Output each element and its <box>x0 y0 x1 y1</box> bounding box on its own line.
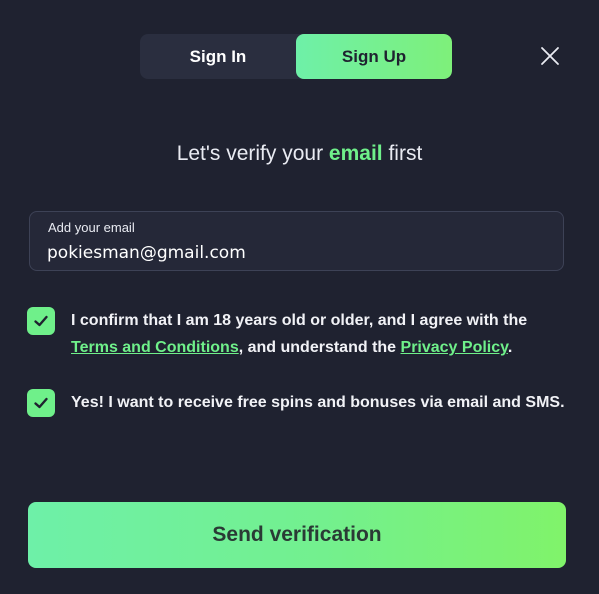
send-verification-button[interactable]: Send verification <box>28 502 566 568</box>
heading-suffix: first <box>382 142 423 165</box>
marketing-text: Yes! I want to receive free spins and bo… <box>71 394 565 411</box>
email-label: Add your email <box>48 220 135 235</box>
heading-prefix: Let's verify your <box>176 142 329 165</box>
consent-text-after: . <box>507 339 513 356</box>
email-field[interactable] <box>47 240 537 266</box>
checkmark-icon <box>34 315 48 327</box>
heading-accent: email <box>328 142 383 165</box>
auth-tabs: Sign In Sign Up <box>140 34 452 79</box>
tab-sign-up[interactable]: Sign Up <box>296 34 452 79</box>
consent-row: I confirm that I am 18 years old or olde… <box>27 307 567 367</box>
consent-text-middle: , and understand the <box>238 339 401 356</box>
marketing-row: Yes! I want to receive free spins and bo… <box>27 389 567 449</box>
consent-text: I confirm that I am 18 years old or olde… <box>71 307 571 361</box>
tab-sign-in[interactable]: Sign In <box>140 34 296 79</box>
marketing-checkbox[interactable] <box>27 389 55 417</box>
consent-checkbox[interactable] <box>27 307 55 335</box>
checkmark-icon <box>34 397 48 409</box>
privacy-link[interactable]: Privacy Policy <box>401 339 508 356</box>
terms-link[interactable]: Terms and Conditions <box>71 339 239 356</box>
email-field-container: Add your email <box>29 211 564 271</box>
page-title: Let's verify your email first <box>0 142 599 166</box>
signup-modal: Sign In Sign Up Let's verify your email … <box>0 0 599 594</box>
close-button[interactable] <box>538 44 562 68</box>
close-icon <box>541 47 559 65</box>
consent-text-before: I confirm that I am 18 years old or olde… <box>71 312 528 329</box>
